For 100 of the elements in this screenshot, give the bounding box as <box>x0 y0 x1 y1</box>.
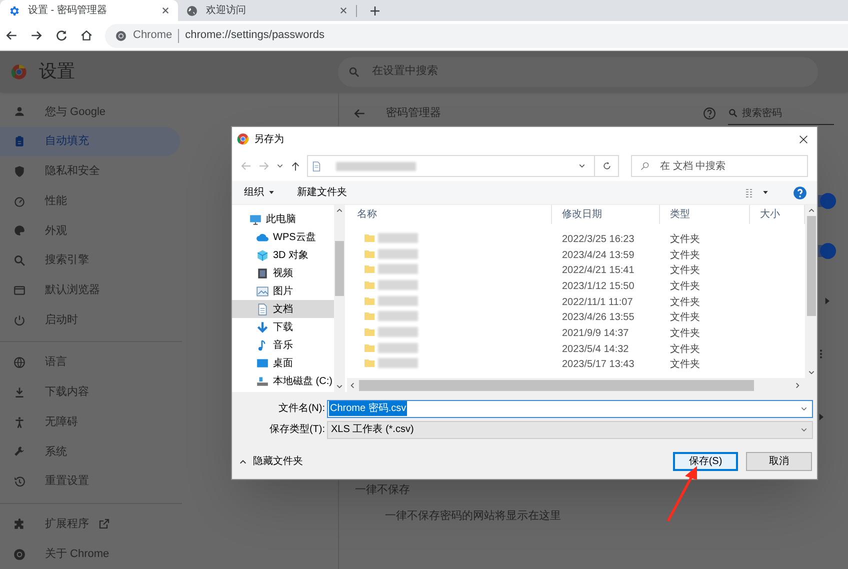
new-tab-icon <box>369 4 381 16</box>
browser-tab[interactable]: 设置 - 密码管理器 <box>0 0 178 21</box>
filetype-dropdown[interactable]: XLS 工作表 (*.csv) <box>327 420 813 438</box>
folder-icon <box>363 232 376 244</box>
nav-item[interactable]: 此电脑 <box>232 210 334 228</box>
address-field[interactable]: Chrome chrome://settings/passwords <box>105 24 848 48</box>
external-link-icon <box>98 518 110 530</box>
section-title: 密码管理器 <box>386 106 442 122</box>
caret-down-icon <box>336 383 344 390</box>
nav-item[interactable]: 下载 <box>232 318 334 336</box>
monitor-icon <box>249 212 262 226</box>
scrollbar-thumb[interactable] <box>359 380 754 390</box>
scrollbar[interactable] <box>334 205 345 392</box>
hide-folders-toggle[interactable]: 隐藏文件夹 <box>239 454 303 469</box>
search-icon <box>640 161 650 171</box>
folder-search-field[interactable]: 在 文档 中搜索 <box>631 155 808 177</box>
type-cell: 文件夹 <box>670 344 700 355</box>
page-title: 设置 <box>39 60 75 83</box>
search-icon <box>728 108 738 118</box>
blurred-name <box>378 311 418 322</box>
dialog-button[interactable]: 取消 <box>746 452 812 471</box>
type-cell: 文件夹 <box>670 280 700 292</box>
blurred-name <box>378 232 418 243</box>
type-cell: 文件夹 <box>670 265 700 276</box>
chrome-logo-icon <box>11 64 27 80</box>
type-cell: 文件夹 <box>670 359 700 370</box>
forward-icon <box>30 29 43 42</box>
type-cell: 文件夹 <box>670 312 700 324</box>
caret-down-icon <box>808 369 814 376</box>
blurred-name <box>378 248 418 259</box>
date-cell: 2023/4/24 13:59 <box>562 250 634 261</box>
scrollbar-thumb[interactable] <box>335 241 344 296</box>
desktop-icon <box>256 356 269 370</box>
type-cell: 文件夹 <box>670 328 700 339</box>
path-field[interactable] <box>307 155 619 177</box>
person-icon <box>13 416 26 429</box>
caret-down-icon <box>578 162 586 170</box>
folder-icon <box>363 248 376 260</box>
empty-list-note: 一律不保存密码的网站将显示在这里 <box>385 508 561 524</box>
drive-icon <box>256 374 269 388</box>
site-label: Chrome <box>133 28 172 44</box>
section-heading: 一律不保存 <box>355 482 410 498</box>
document-icon <box>256 302 269 316</box>
caret-down-icon <box>276 162 284 170</box>
dialog-button[interactable]: 保存(S) <box>673 452 738 471</box>
filename-field[interactable]: Chrome 密码.csv <box>327 400 813 418</box>
field-label: 保存类型(T): <box>268 422 326 437</box>
column-header[interactable]: 修改日期 <box>552 205 660 224</box>
back-icon <box>240 160 252 172</box>
blurred-name <box>378 264 418 274</box>
picture-icon <box>256 284 269 298</box>
date-cell: 2021/9/9 14:37 <box>562 328 629 339</box>
film-icon <box>256 266 269 280</box>
history-icon <box>13 475 26 488</box>
power-icon <box>13 314 26 326</box>
nav-item[interactable]: 图片 <box>232 282 334 300</box>
blurred-name <box>378 296 418 306</box>
folder-icon <box>363 326 376 338</box>
gauge-icon <box>13 194 26 208</box>
caret-down-icon <box>800 404 808 412</box>
date-cell: 2022/3/25 16:23 <box>562 234 634 245</box>
wrench-icon <box>13 445 26 458</box>
back-icon <box>5 29 18 42</box>
blurred-name <box>378 280 418 290</box>
date-cell: 2023/1/12 15:50 <box>562 280 634 292</box>
organize-menu[interactable]: 组织 <box>244 185 275 200</box>
palette-icon <box>13 224 26 238</box>
caret-up-icon <box>808 207 814 214</box>
chrome-logo-icon <box>115 30 127 42</box>
nav-item[interactable]: 桌面 <box>232 354 334 372</box>
shield-icon <box>13 164 26 178</box>
blurred-name <box>378 326 418 337</box>
folder-icon <box>363 342 376 354</box>
nav-item[interactable]: 视频 <box>232 264 334 282</box>
column-header[interactable]: 名称 <box>347 205 552 224</box>
caret-down-icon <box>268 189 275 196</box>
scrollbar-thumb[interactable] <box>806 216 816 316</box>
date-cell: 2022/11/1 11:07 <box>562 296 633 308</box>
folder-icon <box>363 278 376 291</box>
globe-icon <box>186 4 198 16</box>
nav-item[interactable]: WPS云盘 <box>232 228 334 246</box>
download-icon <box>13 386 26 399</box>
search-icon <box>348 66 360 78</box>
nav-item[interactable]: 音乐 <box>232 336 334 354</box>
chrome-logo-icon <box>237 133 249 145</box>
date-cell: 2023/5/17 13:43 <box>562 359 634 370</box>
field-label: 文件名(N): <box>277 402 326 416</box>
forward-icon <box>258 160 270 172</box>
column-header[interactable]: 类型 <box>660 205 750 224</box>
scrollbar[interactable] <box>347 378 817 392</box>
nav-item[interactable]: 本地磁盘 (C:) <box>232 372 334 390</box>
close-icon <box>161 6 170 15</box>
scrollbar[interactable] <box>805 205 817 378</box>
date-cell: 2023/4/26 13:55 <box>562 312 634 324</box>
nav-item[interactable]: 3D 对象 <box>232 246 334 264</box>
nav-item[interactable]: 文档 <box>232 300 334 318</box>
caret-right-icon <box>794 382 801 388</box>
new-folder-button[interactable]: 新建文件夹 <box>297 185 347 200</box>
folder-icon <box>363 357 376 370</box>
type-cell: 文件夹 <box>670 296 700 308</box>
